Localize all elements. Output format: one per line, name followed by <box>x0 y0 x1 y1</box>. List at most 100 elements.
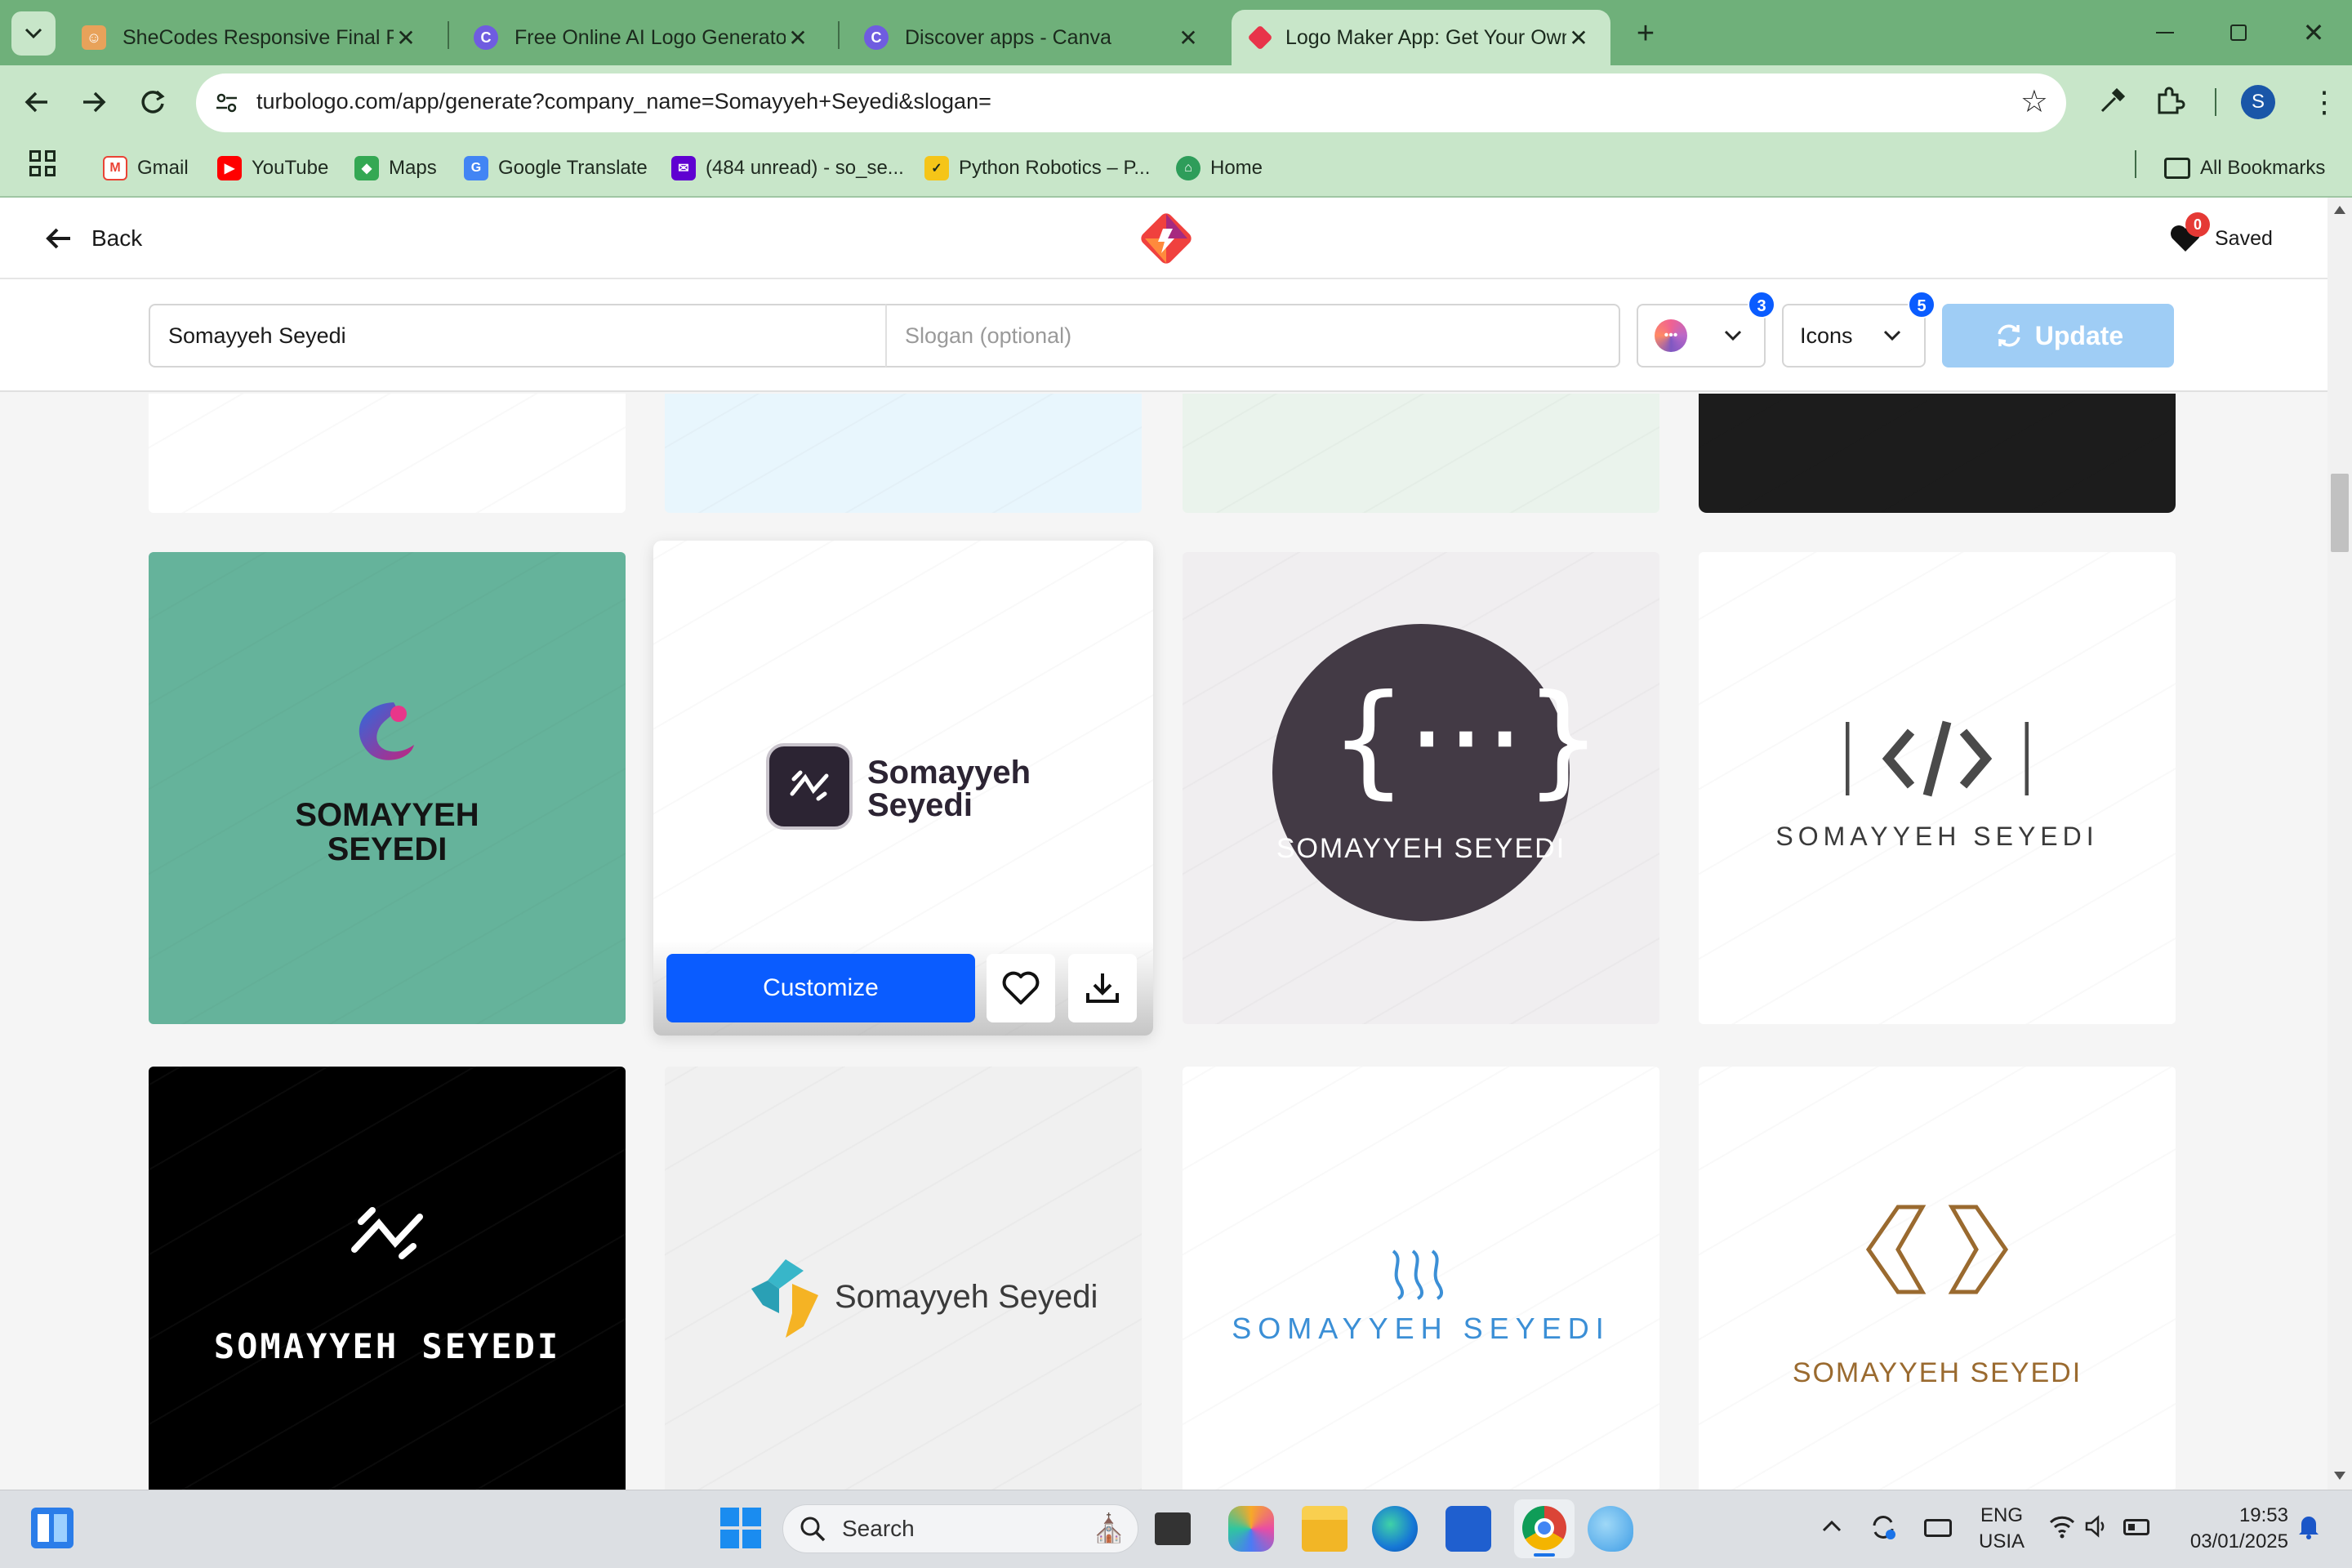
keyboard-icon[interactable] <box>1924 1519 1952 1537</box>
bookmark-google-translate[interactable]: G Google Translate <box>464 152 648 185</box>
logo-card[interactable]: SOMAYYEH SEYEDI <box>1699 552 2176 1024</box>
code-brackets-icon <box>1846 720 2029 797</box>
tab-title: SheCodes Responsive Final Proj <box>122 25 394 49</box>
start-button[interactable] <box>720 1508 761 1548</box>
wifi-icon[interactable] <box>2048 1514 2076 1539</box>
bookmark-yahoo-mail[interactable]: ✉ (484 unread) - so_se... <box>671 152 904 185</box>
all-bookmarks[interactable]: All Bookmarks <box>2164 152 2325 185</box>
logo-card-hovered[interactable]: Somayyeh Seyedi Customize <box>653 541 1153 1036</box>
bookmark-youtube[interactable]: ▶ YouTube <box>217 152 328 185</box>
bookmark-python-robotics[interactable]: ✓ Python Robotics – P... <box>924 152 1150 185</box>
bookmark-label: Gmail <box>137 157 189 179</box>
logo-card[interactable] <box>1699 394 2176 513</box>
back-nav-button[interactable] <box>16 82 57 122</box>
update-button[interactable]: Update <box>1942 304 2174 368</box>
tab-shecodes[interactable]: ☺ SheCodes Responsive Final Proj ✕ <box>62 10 438 65</box>
tab-divider <box>448 21 449 49</box>
browser-menu-icon[interactable]: ⋮ <box>2310 82 2339 122</box>
task-view-icon[interactable] <box>1155 1512 1191 1545</box>
icons-select[interactable]: Icons <box>1782 304 1926 368</box>
bookmark-home[interactable]: ⌂ Home <box>1176 152 1263 185</box>
scrollbar-thumb[interactable] <box>2331 474 2349 552</box>
hexagon-logo-icon <box>751 1259 818 1338</box>
star-icon[interactable]: ☆ <box>2020 83 2048 120</box>
logo-card[interactable] <box>665 394 1142 513</box>
tab-search-button[interactable] <box>11 11 56 56</box>
canva-icon: C <box>864 25 889 50</box>
tab-logo-maker[interactable]: Logo Maker App: Get Your Own ✕ <box>1232 10 1610 65</box>
back-link[interactable]: Back <box>41 217 142 260</box>
tab-divider <box>838 21 840 49</box>
save-logo-button[interactable] <box>987 954 1055 1022</box>
lang-region: USIA <box>1978 1530 2025 1552</box>
bookmarks-divider <box>2135 150 2136 178</box>
saved-link[interactable]: 0 Saved <box>2167 212 2273 261</box>
slogan-input[interactable]: Slogan (optional) <box>885 304 1620 368</box>
tab-ai-logo-generator[interactable]: C Free Online AI Logo Generator ✕ <box>454 10 830 65</box>
paint-icon[interactable] <box>1588 1506 1633 1552</box>
copilot-icon[interactable] <box>1228 1506 1274 1552</box>
logo-card[interactable]: SOMAYYEH SEYEDI <box>1699 1067 2176 1490</box>
color-palette-select[interactable]: ••• <box>1637 304 1766 368</box>
folder-icon <box>2164 158 2190 179</box>
edge-icon[interactable] <box>1372 1506 1418 1552</box>
logo-card[interactable] <box>149 394 626 513</box>
customize-button[interactable]: Customize <box>666 954 975 1022</box>
clock-date: 03/01/2025 <box>2189 1530 2288 1552</box>
chrome-taskbar-button[interactable] <box>1514 1499 1575 1558</box>
logo-text: SOMAYYEH SEYEDI <box>1792 1357 2082 1388</box>
address-bar[interactable]: turbologo.com/app/generate?company_name=… <box>196 74 2066 132</box>
geometric-logo-icon <box>1865 1205 2009 1294</box>
reload-button[interactable] <box>132 82 173 122</box>
logo-text-line2: Seyedi <box>867 787 973 823</box>
profile-avatar[interactable]: S <box>2241 85 2275 119</box>
volume-icon[interactable] <box>2084 1514 2110 1539</box>
clock[interactable]: 19:53 03/01/2025 <box>2174 1503 2288 1555</box>
close-icon[interactable]: ✕ <box>786 24 810 51</box>
language-indicator[interactable]: ENG USIA <box>1975 1503 2029 1555</box>
close-icon[interactable]: ✕ <box>1566 24 1591 51</box>
battery-icon[interactable] <box>2123 1519 2149 1535</box>
close-icon[interactable]: ✕ <box>1176 24 1200 51</box>
logo-mark-icon <box>766 743 853 830</box>
turbologo-logo[interactable] <box>1134 206 1199 271</box>
forward-nav-button[interactable] <box>74 82 114 122</box>
download-logo-button[interactable] <box>1068 954 1137 1022</box>
taskbar-search-box[interactable]: Search ⛪ <box>782 1504 1138 1553</box>
url-text[interactable]: turbologo.com/app/generate?company_name=… <box>256 89 991 114</box>
home-icon: ⌂ <box>1176 156 1200 180</box>
heart-icon: 0 <box>2167 212 2210 256</box>
sync-icon[interactable] <box>1869 1512 1898 1542</box>
bookmark-gmail[interactable]: M Gmail <box>103 152 189 185</box>
logo-card[interactable]: SOMAYYEH SEYEDI <box>1183 1067 1659 1490</box>
logo-card[interactable] <box>1183 394 1659 513</box>
arrow-right-icon <box>83 91 106 113</box>
company-name-input[interactable]: Somayyeh Seyedi <box>149 304 887 368</box>
notification-bell-icon[interactable] <box>2296 1511 2321 1540</box>
minimize-button[interactable] <box>2145 16 2185 49</box>
apps-grid-icon[interactable] <box>29 150 56 176</box>
bookmark-maps[interactable]: ◆ Maps <box>354 152 437 185</box>
scroll-up-arrow[interactable] <box>2334 206 2345 214</box>
restore-button[interactable] <box>2218 16 2259 49</box>
eyedropper-icon[interactable] <box>2096 85 2128 118</box>
page-scrollbar[interactable] <box>2328 198 2352 1490</box>
bookmark-label: Python Robotics – P... <box>959 157 1151 179</box>
logo-card[interactable]: SOMAYYEH SEYEDI <box>149 1067 626 1490</box>
site-info-icon[interactable] <box>212 88 242 118</box>
logo-card[interactable]: SOMAYYEH SEYEDI <box>149 552 626 1024</box>
logo-card[interactable]: {···} SOMAYYEH SEYEDI <box>1183 552 1659 1024</box>
new-tab-button[interactable]: + <box>1625 11 1666 56</box>
extensions-icon[interactable] <box>2153 85 2185 118</box>
youtube-icon: ▶ <box>217 156 242 180</box>
widgets-icon[interactable] <box>31 1508 74 1548</box>
tab-discover-apps[interactable]: C Discover apps - Canva ✕ <box>844 10 1220 65</box>
logo-card[interactable]: Somayyeh Seyedi <box>665 1067 1142 1490</box>
close-window-button[interactable]: ✕ <box>2293 15 2334 51</box>
file-explorer-icon[interactable] <box>1302 1506 1348 1552</box>
show-hidden-icons[interactable] <box>1820 1514 1844 1539</box>
close-icon[interactable]: ✕ <box>394 24 418 51</box>
store-icon[interactable] <box>1446 1506 1491 1552</box>
scroll-down-arrow[interactable] <box>2334 1472 2345 1480</box>
saved-count-badge: 0 <box>2185 212 2210 237</box>
